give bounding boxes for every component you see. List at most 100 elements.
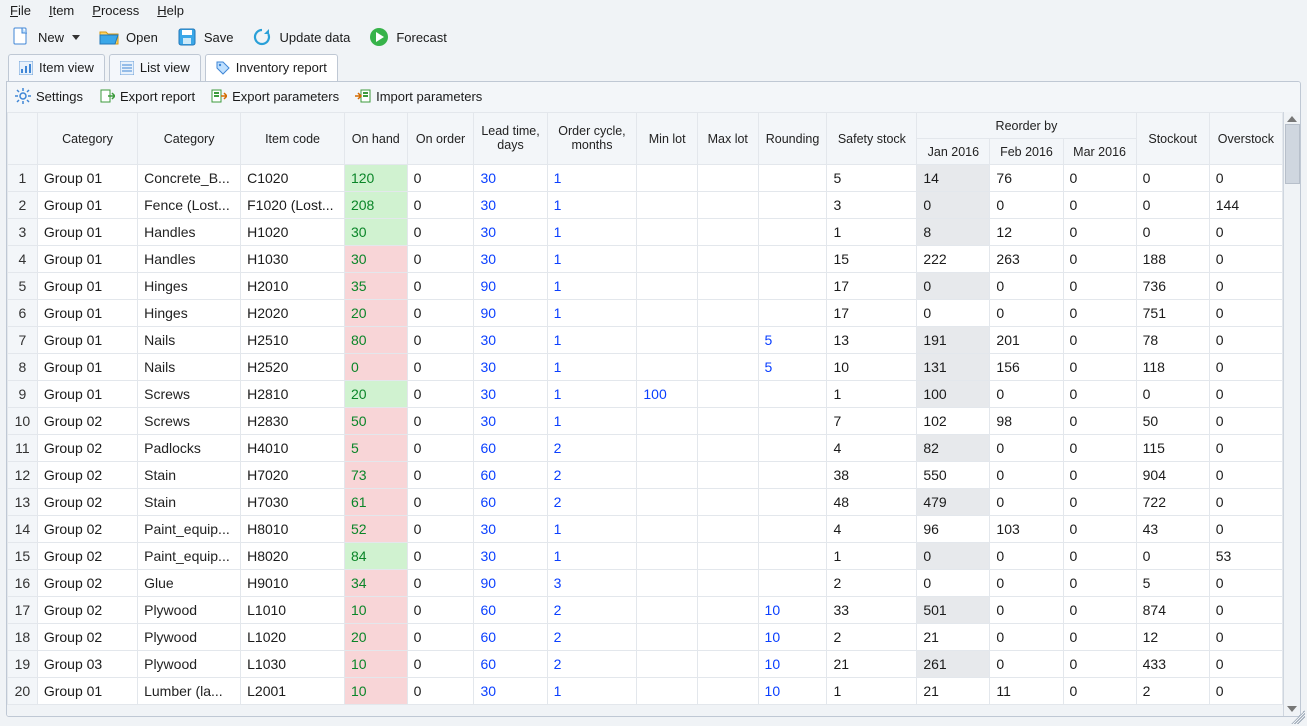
cell-on-hand[interactable]: 5: [344, 435, 407, 462]
cell-max-lot[interactable]: [697, 624, 758, 651]
cell-stockout[interactable]: 5: [1136, 570, 1209, 597]
cell-reorder-mar[interactable]: 0: [1063, 246, 1136, 273]
cell-overstock[interactable]: 0: [1209, 651, 1282, 678]
cell-overstock[interactable]: 0: [1209, 219, 1282, 246]
cell-safety-stock[interactable]: 10: [827, 354, 917, 381]
cell-category-2[interactable]: Nails: [138, 354, 241, 381]
cell-reorder-mar[interactable]: 0: [1063, 651, 1136, 678]
cell-category-1[interactable]: Group 02: [37, 462, 137, 489]
cell-category-1[interactable]: Group 02: [37, 435, 137, 462]
header-month-3[interactable]: Mar 2016: [1063, 139, 1136, 165]
cell-item-code[interactable]: H2510: [241, 327, 345, 354]
cell-category-1[interactable]: Group 02: [37, 624, 137, 651]
save-button[interactable]: Save: [176, 26, 234, 48]
cell-stockout[interactable]: 722: [1136, 489, 1209, 516]
cell-reorder-mar[interactable]: 0: [1063, 624, 1136, 651]
cell-item-code[interactable]: C1020: [241, 165, 345, 192]
cell-safety-stock[interactable]: 2: [827, 570, 917, 597]
cell-on-order[interactable]: 0: [407, 570, 474, 597]
vertical-scrollbar[interactable]: [1283, 112, 1300, 716]
cell-reorder-mar[interactable]: 0: [1063, 165, 1136, 192]
cell-lead-time[interactable]: 60: [474, 435, 547, 462]
cell-min-lot[interactable]: [637, 165, 698, 192]
cell-lead-time[interactable]: 60: [474, 651, 547, 678]
cell-reorder-feb[interactable]: 76: [990, 165, 1063, 192]
header-overstock[interactable]: Overstock: [1209, 113, 1282, 165]
cell-min-lot[interactable]: 100: [637, 381, 698, 408]
cell-rownum[interactable]: 4: [8, 246, 38, 273]
cell-reorder-jan[interactable]: 0: [917, 570, 990, 597]
cell-on-order[interactable]: 0: [407, 543, 474, 570]
cell-on-hand[interactable]: 20: [344, 624, 407, 651]
cell-on-hand[interactable]: 50: [344, 408, 407, 435]
cell-min-lot[interactable]: [637, 327, 698, 354]
cell-overstock[interactable]: 0: [1209, 678, 1282, 705]
new-button[interactable]: New: [10, 26, 80, 48]
cell-order-cycle[interactable]: 1: [547, 516, 637, 543]
cell-overstock[interactable]: 0: [1209, 300, 1282, 327]
cell-order-cycle[interactable]: 1: [547, 354, 637, 381]
cell-item-code[interactable]: H9010: [241, 570, 345, 597]
cell-order-cycle[interactable]: 1: [547, 327, 637, 354]
cell-max-lot[interactable]: [697, 381, 758, 408]
cell-on-hand[interactable]: 30: [344, 246, 407, 273]
table-row[interactable]: 20Group 01Lumber (la...L2001100301101211…: [8, 678, 1283, 705]
cell-category-1[interactable]: Group 01: [37, 381, 137, 408]
cell-category-1[interactable]: Group 01: [37, 273, 137, 300]
cell-reorder-mar[interactable]: 0: [1063, 381, 1136, 408]
table-row[interactable]: 6Group 01HingesH2020200901170007510: [8, 300, 1283, 327]
cell-rownum[interactable]: 9: [8, 381, 38, 408]
cell-on-order[interactable]: 0: [407, 354, 474, 381]
header-order-cycle[interactable]: Order cycle, months: [547, 113, 637, 165]
cell-reorder-jan[interactable]: 8: [917, 219, 990, 246]
menu-help[interactable]: Help: [157, 3, 184, 18]
cell-item-code[interactable]: H8010: [241, 516, 345, 543]
cell-category-1[interactable]: Group 01: [37, 354, 137, 381]
cell-min-lot[interactable]: [637, 489, 698, 516]
cell-stockout[interactable]: 115: [1136, 435, 1209, 462]
cell-reorder-jan[interactable]: 0: [917, 273, 990, 300]
cell-category-1[interactable]: Group 02: [37, 489, 137, 516]
cell-safety-stock[interactable]: 2: [827, 624, 917, 651]
cell-lead-time[interactable]: 30: [474, 678, 547, 705]
cell-reorder-mar[interactable]: 0: [1063, 300, 1136, 327]
cell-rounding[interactable]: [758, 489, 827, 516]
cell-lead-time[interactable]: 90: [474, 300, 547, 327]
cell-rownum[interactable]: 14: [8, 516, 38, 543]
import-parameters-button[interactable]: Import parameters: [355, 88, 482, 104]
cell-rounding[interactable]: [758, 516, 827, 543]
cell-overstock[interactable]: 53: [1209, 543, 1282, 570]
cell-rounding[interactable]: [758, 462, 827, 489]
cell-stockout[interactable]: 118: [1136, 354, 1209, 381]
menu-process[interactable]: Process: [92, 3, 139, 18]
cell-min-lot[interactable]: [637, 462, 698, 489]
cell-category-1[interactable]: Group 01: [37, 246, 137, 273]
cell-max-lot[interactable]: [697, 435, 758, 462]
table-row[interactable]: 14Group 02Paint_equip...H801052030149610…: [8, 516, 1283, 543]
cell-reorder-feb[interactable]: 103: [990, 516, 1063, 543]
tab-inventory-report[interactable]: Inventory report: [205, 54, 338, 81]
cell-order-cycle[interactable]: 2: [547, 651, 637, 678]
cell-reorder-feb[interactable]: 0: [990, 462, 1063, 489]
table-row[interactable]: 11Group 02PadlocksH401050602482001150: [8, 435, 1283, 462]
header-max-lot[interactable]: Max lot: [697, 113, 758, 165]
scroll-up-icon[interactable]: [1287, 116, 1297, 122]
cell-reorder-mar[interactable]: 0: [1063, 543, 1136, 570]
cell-safety-stock[interactable]: 17: [827, 273, 917, 300]
cell-max-lot[interactable]: [697, 273, 758, 300]
cell-stockout[interactable]: 0: [1136, 381, 1209, 408]
cell-reorder-mar[interactable]: 0: [1063, 192, 1136, 219]
table-row[interactable]: 15Group 02Paint_equip...H802084030110000…: [8, 543, 1283, 570]
cell-item-code[interactable]: H2520: [241, 354, 345, 381]
cell-reorder-feb[interactable]: 11: [990, 678, 1063, 705]
cell-reorder-feb[interactable]: 263: [990, 246, 1063, 273]
cell-on-hand[interactable]: 35: [344, 273, 407, 300]
cell-reorder-mar[interactable]: 0: [1063, 327, 1136, 354]
cell-order-cycle[interactable]: 1: [547, 246, 637, 273]
cell-safety-stock[interactable]: 15: [827, 246, 917, 273]
resize-grip-icon[interactable]: [1291, 710, 1305, 724]
cell-order-cycle[interactable]: 1: [547, 678, 637, 705]
table-row[interactable]: 18Group 02PlywoodL10202006021022100120: [8, 624, 1283, 651]
table-row[interactable]: 5Group 01HingesH2010350901170007360: [8, 273, 1283, 300]
cell-rownum[interactable]: 13: [8, 489, 38, 516]
